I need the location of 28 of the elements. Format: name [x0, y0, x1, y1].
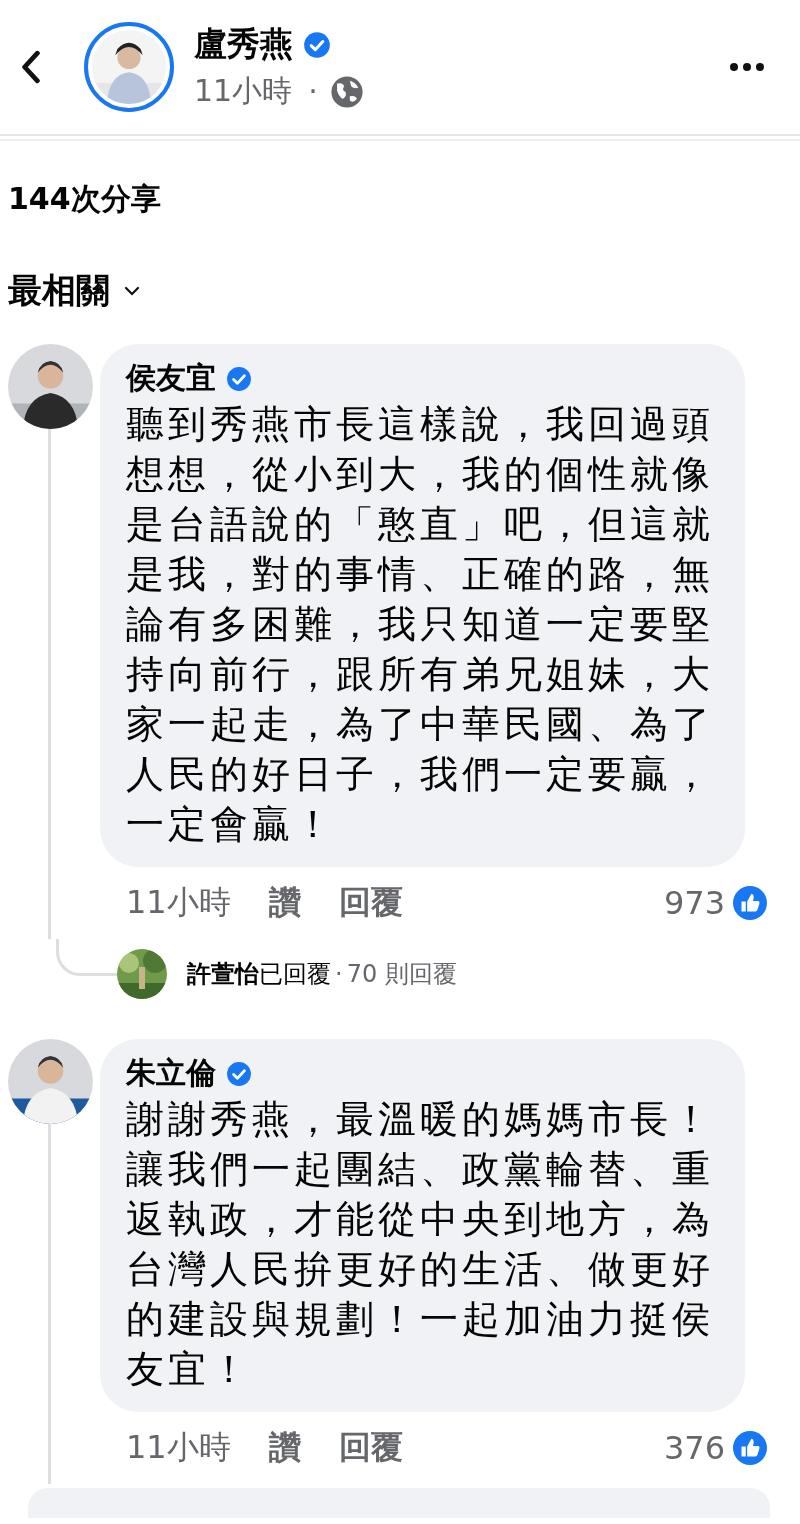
commenter-name[interactable]: 侯友宜 [126, 358, 216, 399]
reaction-count[interactable]: 376 [663, 1429, 725, 1467]
reply-link[interactable]: 回覆 [338, 881, 403, 925]
share-count[interactable]: 144次分享 [8, 179, 800, 220]
reply-action: 已回覆 [259, 959, 331, 990]
chevron-down-icon[interactable] [124, 286, 140, 296]
comment-time: 11小時 [126, 882, 231, 923]
post-time: 11小時 [194, 72, 293, 110]
thread-connector [56, 938, 117, 976]
sort-label[interactable]: 最相關 [8, 268, 110, 314]
reply-link[interactable]: 回覆 [338, 1426, 403, 1470]
separator-dot: · [335, 960, 343, 988]
reply-count-link[interactable]: 70 則回覆 [346, 958, 457, 990]
globe-icon [329, 74, 364, 109]
replier-name[interactable]: 許萱怡 [187, 958, 259, 990]
commenter-name[interactable]: 朱立倫 [126, 1053, 216, 1094]
like-link[interactable]: 讚 [268, 881, 301, 925]
like-icon [733, 1431, 767, 1465]
separator-dot: · [308, 74, 318, 109]
like-link[interactable]: 讚 [268, 1426, 301, 1470]
author-name[interactable]: 盧秀燕 [194, 22, 293, 67]
back-icon[interactable] [20, 50, 42, 84]
comment-text: 聽到秀燕市長這樣說，我回過頭想想，從小到大，我的個性就像是台語說的「憨直」吧，但這就是我，對的事情、正確的路，無論有多困難，我只知道一定要堅持向前行，跟所有弟兄姐妹，大家一起走，為了中華民國、為了人民的好日子，我們一定要贏，一定會贏！ [126, 401, 715, 848]
more-options-icon[interactable] [729, 62, 765, 72]
reaction-count[interactable]: 973 [663, 884, 725, 922]
comment-time: 11小時 [126, 1427, 231, 1468]
like-icon [733, 886, 767, 920]
comment-text: 謝謝秀燕，最溫暖的媽媽市長！讓我們一起團結、政黨輪替、重返執政，才能從中央到地方，為台灣人民拚更好的生活、做更好的建設與規劃！一起加油力挺侯友宜！ [126, 1096, 715, 1393]
